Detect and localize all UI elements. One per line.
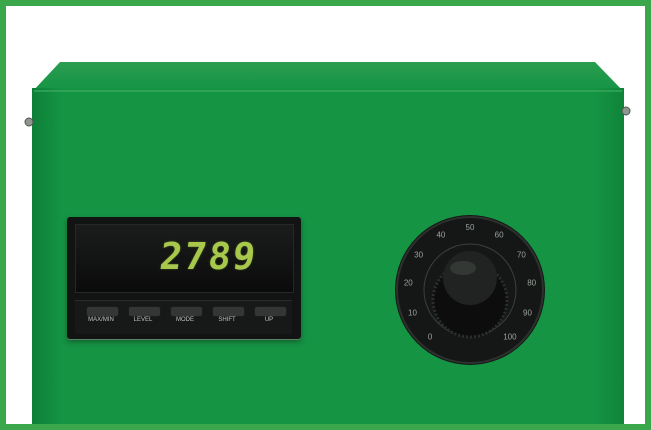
up-button[interactable] bbox=[254, 306, 287, 317]
max-min-button[interactable] bbox=[86, 306, 119, 317]
max-min-label: MAX/MIN bbox=[88, 317, 114, 323]
enclosure-top-edge bbox=[32, 62, 624, 92]
controller-button-strip: MAX/MIN LEVEL MODE SHIFT UP bbox=[75, 300, 292, 334]
mode-label: MODE bbox=[176, 317, 194, 323]
level-button[interactable] bbox=[128, 306, 161, 317]
shift-label: SHIFT bbox=[218, 317, 236, 323]
display-reading: 2789 bbox=[157, 235, 260, 278]
controller-display: 2789 bbox=[75, 224, 294, 293]
right-screw bbox=[621, 106, 631, 116]
enclosure-box bbox=[24, 62, 631, 424]
knob-highlight bbox=[450, 261, 476, 275]
knob-cap bbox=[443, 251, 497, 305]
up-label: UP bbox=[264, 317, 274, 323]
shift-button[interactable] bbox=[212, 306, 245, 317]
photo-frame: 2789 MAX/MIN LEVEL MODE SHIFT UP 0 10 20 30… bbox=[0, 0, 651, 430]
left-screw bbox=[24, 117, 34, 127]
level-label: LEVEL bbox=[133, 317, 153, 323]
mode-button[interactable] bbox=[170, 306, 203, 317]
temperature-controller: 2789 MAX/MIN LEVEL MODE SHIFT UP bbox=[67, 217, 301, 339]
